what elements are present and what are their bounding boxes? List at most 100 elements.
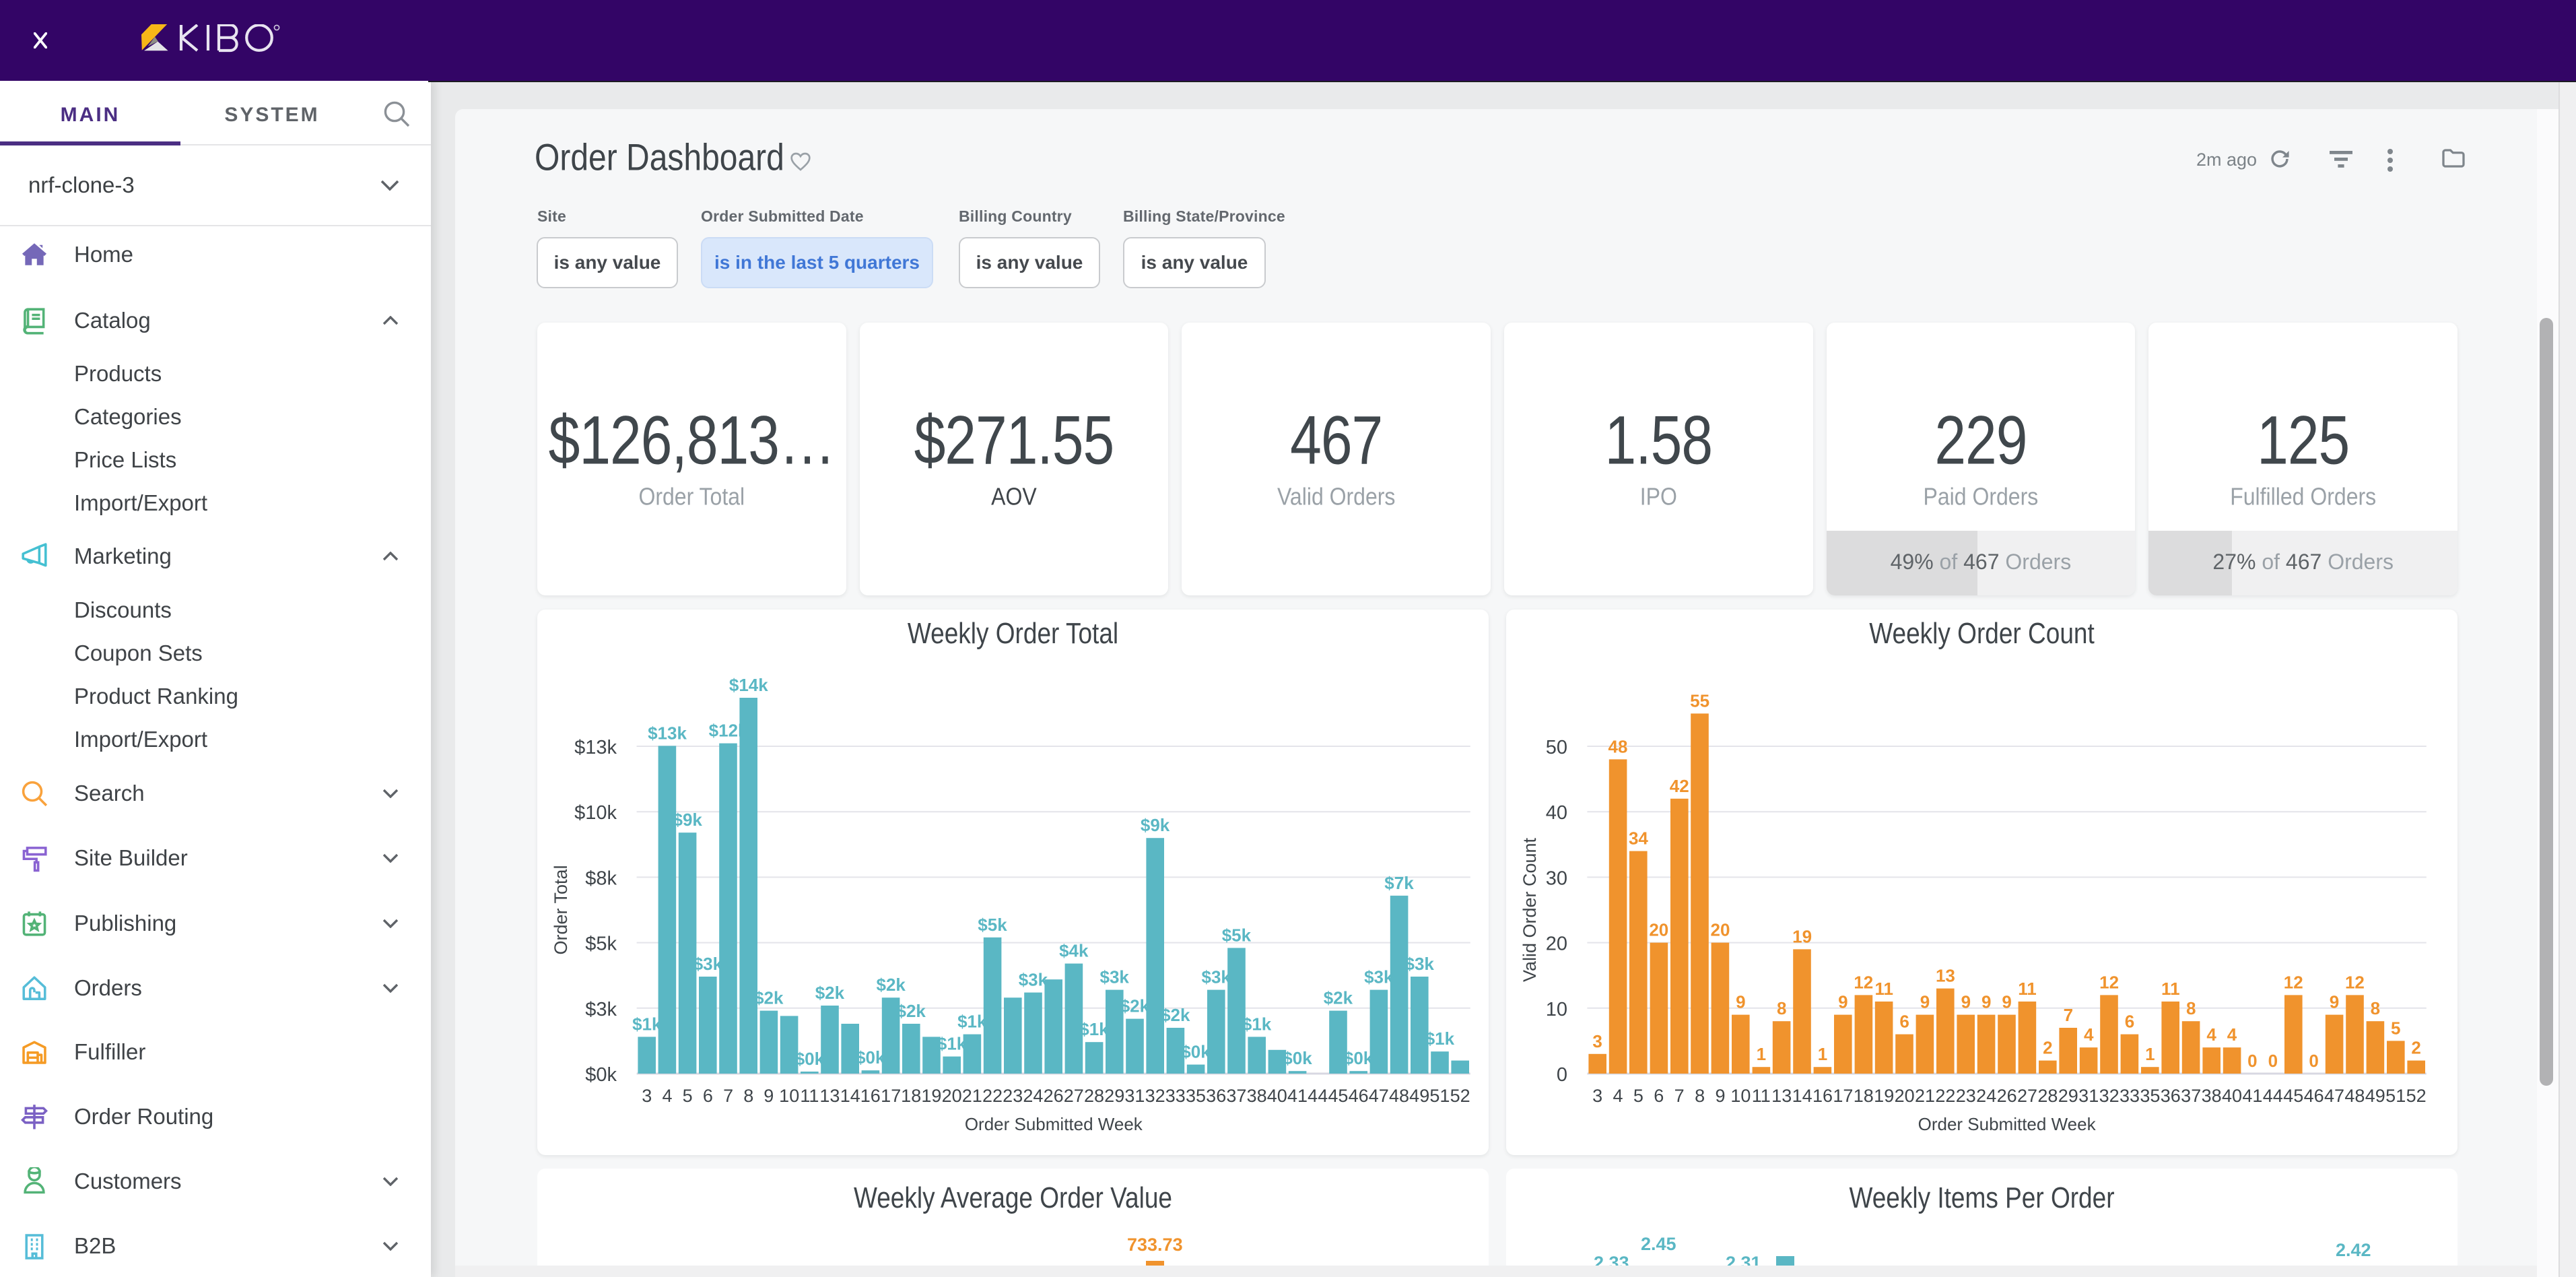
svg-text:40: 40 bbox=[1267, 1086, 1287, 1106]
svg-text:$7k: $7k bbox=[1384, 873, 1414, 893]
svg-text:5: 5 bbox=[1633, 1086, 1643, 1106]
svg-text:37: 37 bbox=[2181, 1086, 2201, 1106]
svg-text:6: 6 bbox=[1899, 1012, 1909, 1032]
svg-text:19: 19 bbox=[1792, 926, 1812, 946]
svg-text:2: 2 bbox=[2411, 1038, 2420, 1058]
svg-text:$2k: $2k bbox=[1120, 996, 1150, 1016]
svg-text:45: 45 bbox=[2283, 1086, 2303, 1106]
svg-text:24: 24 bbox=[1023, 1086, 1043, 1106]
svg-text:51: 51 bbox=[2385, 1086, 2406, 1106]
svg-text:1: 1 bbox=[1818, 1044, 1827, 1064]
svg-text:40: 40 bbox=[1546, 802, 1567, 824]
svg-text:55: 55 bbox=[1690, 690, 1709, 711]
svg-text:$1k: $1k bbox=[1079, 1019, 1109, 1039]
svg-text:40: 40 bbox=[2222, 1086, 2242, 1106]
svg-text:12: 12 bbox=[1854, 972, 1873, 992]
svg-text:19: 19 bbox=[921, 1086, 941, 1106]
svg-text:47: 47 bbox=[1369, 1086, 1389, 1106]
svg-text:16: 16 bbox=[1812, 1086, 1833, 1106]
svg-text:$10k: $10k bbox=[574, 802, 617, 824]
svg-text:$9k: $9k bbox=[1141, 815, 1170, 835]
svg-text:49: 49 bbox=[2365, 1086, 2385, 1106]
svg-text:4: 4 bbox=[2084, 1024, 2094, 1045]
svg-text:46: 46 bbox=[1349, 1086, 1369, 1106]
svg-text:42: 42 bbox=[1670, 776, 1689, 796]
svg-text:$3k: $3k bbox=[1364, 967, 1394, 987]
svg-text:27: 27 bbox=[1064, 1086, 1084, 1106]
svg-text:10: 10 bbox=[779, 1086, 799, 1106]
svg-text:24: 24 bbox=[1976, 1086, 1996, 1106]
svg-text:35: 35 bbox=[1186, 1086, 1206, 1106]
svg-text:36: 36 bbox=[2161, 1086, 2181, 1106]
svg-text:32: 32 bbox=[2099, 1086, 2120, 1106]
svg-text:$3k: $3k bbox=[1405, 954, 1435, 974]
svg-text:23: 23 bbox=[1956, 1086, 1976, 1106]
svg-text:$4k: $4k bbox=[1059, 941, 1089, 961]
svg-text:$2k: $2k bbox=[877, 975, 906, 995]
svg-text:$2k: $2k bbox=[815, 983, 845, 1003]
svg-text:8: 8 bbox=[1695, 1086, 1705, 1106]
svg-text:$0k: $0k bbox=[1283, 1048, 1312, 1068]
svg-text:37: 37 bbox=[1226, 1086, 1246, 1106]
svg-text:41: 41 bbox=[2242, 1086, 2262, 1106]
svg-text:23: 23 bbox=[1003, 1086, 1023, 1106]
svg-text:$2k: $2k bbox=[897, 1001, 926, 1021]
svg-text:21: 21 bbox=[1915, 1086, 1935, 1106]
svg-text:2: 2 bbox=[2043, 1038, 2052, 1058]
svg-text:$3k: $3k bbox=[1202, 967, 1231, 987]
svg-text:11: 11 bbox=[800, 1086, 819, 1106]
svg-text:0: 0 bbox=[2247, 1051, 2257, 1071]
svg-text:22: 22 bbox=[982, 1086, 1003, 1106]
svg-text:Valid Order Count: Valid Order Count bbox=[1520, 837, 1540, 982]
svg-text:44: 44 bbox=[1308, 1086, 1328, 1106]
svg-text:10: 10 bbox=[1546, 999, 1567, 1020]
svg-text:4: 4 bbox=[2206, 1024, 2216, 1045]
svg-text:5: 5 bbox=[683, 1086, 693, 1106]
svg-text:7: 7 bbox=[1674, 1086, 1685, 1106]
svg-text:4: 4 bbox=[662, 1086, 672, 1106]
svg-text:$0k: $0k bbox=[795, 1049, 825, 1069]
svg-text:26: 26 bbox=[1997, 1086, 2017, 1106]
svg-text:$14k: $14k bbox=[729, 675, 768, 695]
svg-text:35: 35 bbox=[2140, 1086, 2160, 1106]
svg-text:11: 11 bbox=[1752, 1086, 1771, 1106]
svg-text:$0k: $0k bbox=[856, 1047, 885, 1068]
svg-text:31: 31 bbox=[2078, 1086, 2099, 1106]
svg-text:26: 26 bbox=[1044, 1086, 1064, 1106]
svg-text:$13k: $13k bbox=[648, 723, 687, 743]
svg-text:$13k: $13k bbox=[574, 737, 617, 758]
svg-text:41: 41 bbox=[1287, 1086, 1308, 1106]
svg-text:13: 13 bbox=[819, 1086, 840, 1106]
svg-text:10: 10 bbox=[1730, 1086, 1751, 1106]
svg-text:8: 8 bbox=[2371, 998, 2380, 1018]
svg-text:20: 20 bbox=[1649, 920, 1668, 940]
svg-text:4: 4 bbox=[1613, 1086, 1623, 1106]
svg-text:28: 28 bbox=[1084, 1086, 1104, 1106]
svg-text:33: 33 bbox=[1165, 1086, 1186, 1106]
svg-text:48: 48 bbox=[2344, 1086, 2365, 1106]
svg-text:$2k: $2k bbox=[1161, 1005, 1190, 1025]
svg-text:$1k: $1k bbox=[1242, 1014, 1272, 1034]
svg-text:46: 46 bbox=[2304, 1086, 2324, 1106]
svg-text:21: 21 bbox=[962, 1086, 982, 1106]
svg-text:30: 30 bbox=[1546, 867, 1567, 889]
svg-text:8: 8 bbox=[1777, 998, 1786, 1018]
svg-text:$1k: $1k bbox=[632, 1014, 662, 1034]
svg-text:36: 36 bbox=[1206, 1086, 1226, 1106]
svg-text:49: 49 bbox=[1409, 1086, 1429, 1106]
svg-text:11: 11 bbox=[1874, 979, 1893, 999]
svg-text:9: 9 bbox=[1838, 992, 1848, 1012]
svg-text:12: 12 bbox=[2284, 972, 2303, 992]
svg-text:Order Submitted Week: Order Submitted Week bbox=[1918, 1114, 2097, 1134]
svg-text:$3k: $3k bbox=[585, 999, 617, 1020]
svg-text:45: 45 bbox=[1328, 1086, 1348, 1106]
svg-text:48: 48 bbox=[1389, 1086, 1409, 1106]
svg-text:20: 20 bbox=[1711, 920, 1730, 940]
svg-text:7: 7 bbox=[2064, 1005, 2073, 1025]
svg-text:$5k: $5k bbox=[1222, 925, 1252, 945]
svg-text:29: 29 bbox=[2058, 1086, 2078, 1106]
svg-text:19: 19 bbox=[1874, 1086, 1894, 1106]
svg-text:$3k: $3k bbox=[1100, 967, 1130, 987]
svg-text:33: 33 bbox=[2120, 1086, 2140, 1106]
svg-text:34: 34 bbox=[1629, 828, 1648, 849]
